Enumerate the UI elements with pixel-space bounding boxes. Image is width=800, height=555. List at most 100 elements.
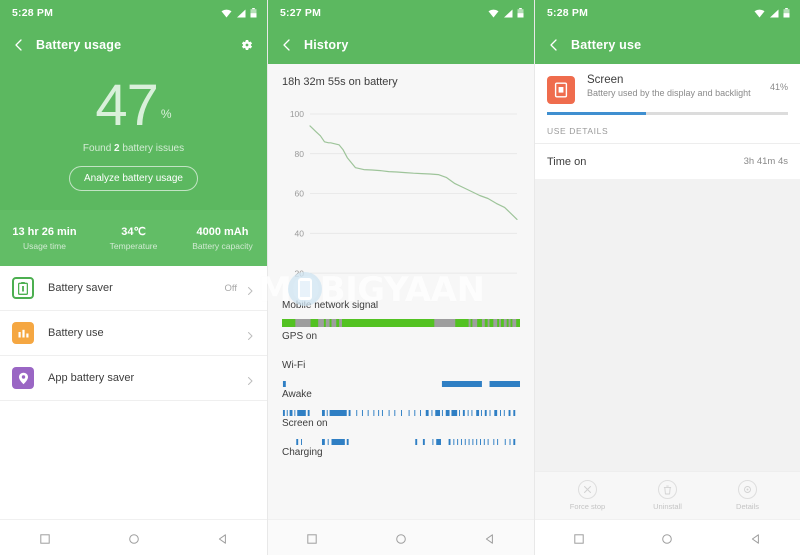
status-bar: 5:27 PM: [268, 0, 534, 26]
list-item-battery-saver[interactable]: Battery saver Off: [0, 266, 267, 311]
back-icon[interactable]: [547, 38, 561, 52]
list-item-label: Battery saver: [48, 282, 113, 294]
app-description: Battery used by the display and backligh…: [587, 88, 751, 98]
signal-icon: [769, 9, 779, 18]
details-button[interactable]: Details: [720, 480, 776, 511]
stat-battery-capacity: 4000 mAh Battery capacity: [178, 226, 267, 251]
detail-row-time-on: Time on 3h 41m 4s: [535, 143, 800, 179]
timeline-bar-awake: [282, 403, 520, 416]
timeline-bar-mobile-signal: [282, 314, 520, 327]
history-body: 18h 32m 55s on battery 100 80 60 40 20 Mobil…: [268, 64, 534, 555]
battery-hero: 47 % Found 2 battery issues Analyze batt…: [0, 64, 267, 210]
detail-key: Time on: [547, 155, 587, 168]
battery-percent-value: 47: [95, 73, 159, 138]
recents-icon[interactable]: [573, 532, 585, 544]
wifi-icon: [754, 9, 765, 18]
timeline-bar-charging: [282, 461, 520, 467]
navigation-bar: [268, 519, 534, 555]
svg-text:40: 40: [295, 229, 305, 239]
app-usage-progress: [547, 112, 788, 115]
stat-usage-time: 13 hr 26 min Usage time: [0, 226, 89, 251]
svg-text:60: 60: [295, 189, 305, 199]
battery-percent-display: 47 %: [95, 73, 172, 138]
app-bar-battery-use: Battery use: [535, 26, 800, 64]
app-name: Screen: [587, 74, 624, 86]
back-nav-icon[interactable]: [217, 532, 229, 544]
stat-label: Temperature: [109, 241, 158, 251]
screen-battery-use: 5:28 PM Battery use Screen Battery used …: [534, 0, 800, 555]
app-battery-saver-icon: [12, 367, 34, 389]
battery-saver-icon: [12, 277, 34, 299]
timeline-label: GPS on: [282, 331, 318, 342]
timeline-section: Mobile network signal GPS on Wi-Fi Awake…: [268, 293, 534, 467]
on-battery-duration: 18h 32m 55s on battery: [282, 76, 398, 88]
app-summary-card: Screen Battery used by the display and b…: [535, 64, 800, 115]
issues-suffix: battery issues: [119, 143, 185, 155]
use-details-section-title: USE DETAILS: [535, 115, 800, 143]
app-bar-history: History: [268, 26, 534, 64]
app-row: Screen Battery used by the display and b…: [547, 74, 788, 104]
home-icon[interactable]: [128, 532, 140, 544]
page-title: History: [304, 38, 349, 52]
battery-icon: [250, 8, 257, 18]
info-icon: [738, 480, 757, 499]
list-item-app-battery-saver[interactable]: App battery saver: [0, 356, 267, 401]
timeline-label: Wi-Fi: [282, 360, 306, 371]
timeline-bar-screen-on: [282, 432, 520, 445]
force-stop-button[interactable]: Force stop: [560, 480, 616, 511]
back-icon[interactable]: [280, 38, 294, 52]
list-item-label: Battery use: [48, 327, 104, 339]
stat-temperature: 34℃ Temperature: [89, 225, 178, 251]
uninstall-button[interactable]: Uninstall: [640, 480, 696, 511]
status-bar: 5:28 PM: [535, 0, 800, 26]
battery-stats-row: 13 hr 26 min Usage time 34℃ Temperature …: [0, 210, 267, 266]
back-icon[interactable]: [12, 38, 26, 52]
battery-chart-card: 18h 32m 55s on battery 100 80 60 40 20: [268, 64, 534, 293]
status-bar: 5:28 PM: [0, 0, 267, 26]
wifi-icon: [488, 9, 499, 18]
list-item-battery-use[interactable]: Battery use: [0, 311, 267, 356]
stat-label: Battery capacity: [192, 240, 253, 251]
svg-text:100: 100: [290, 109, 304, 119]
signal-icon: [236, 9, 246, 18]
back-nav-icon[interactable]: [484, 532, 496, 544]
timeline-bar-gps: [282, 345, 520, 351]
back-nav-icon[interactable]: [750, 532, 762, 544]
app-text-block: Screen Battery used by the display and b…: [587, 74, 751, 98]
page-title: Battery usage: [36, 38, 122, 52]
close-icon: [578, 480, 597, 499]
app-bar-battery-usage: Battery usage: [0, 26, 267, 64]
wifi-icon: [221, 9, 232, 18]
issues-prefix: Found: [82, 143, 115, 155]
list-item-value: Off: [224, 282, 238, 294]
status-time: 5:27 PM: [280, 7, 322, 19]
status-time: 5:28 PM: [12, 7, 54, 19]
svg-text:20: 20: [295, 268, 305, 278]
home-icon[interactable]: [395, 532, 407, 544]
svg-text:80: 80: [295, 149, 305, 159]
screen-history: 5:27 PM History 18h 32m 55s on battery 1…: [267, 0, 534, 555]
percent-symbol: %: [160, 107, 172, 121]
battery-use-icon: [12, 322, 34, 344]
screen-battery-usage: 5:28 PM Battery usage 47 % Found 2 batte…: [0, 0, 267, 555]
battery-level-chart: 100 80 60 40 20: [282, 98, 520, 293]
screen-icon: [547, 76, 575, 104]
timeline-label: Mobile network signal: [282, 300, 379, 311]
recents-icon[interactable]: [306, 532, 318, 544]
action-label: Details: [736, 502, 759, 511]
home-icon[interactable]: [661, 532, 673, 544]
recents-icon[interactable]: [39, 532, 51, 544]
status-icon-group: [754, 8, 790, 18]
detail-value: 3h 41m 4s: [743, 156, 788, 167]
navigation-bar: [535, 519, 800, 555]
status-icon-group: [488, 8, 524, 18]
action-label: Uninstall: [653, 502, 682, 511]
app-percent: 41%: [769, 82, 788, 92]
chevron-right-icon: [245, 373, 255, 385]
signal-icon: [503, 9, 513, 18]
stat-value: 34℃: [121, 226, 146, 238]
analyze-battery-usage-button[interactable]: Analyze battery usage: [69, 166, 198, 192]
gear-icon[interactable]: [239, 37, 255, 53]
action-label: Force stop: [569, 502, 606, 511]
stat-label: Usage time: [23, 240, 66, 251]
